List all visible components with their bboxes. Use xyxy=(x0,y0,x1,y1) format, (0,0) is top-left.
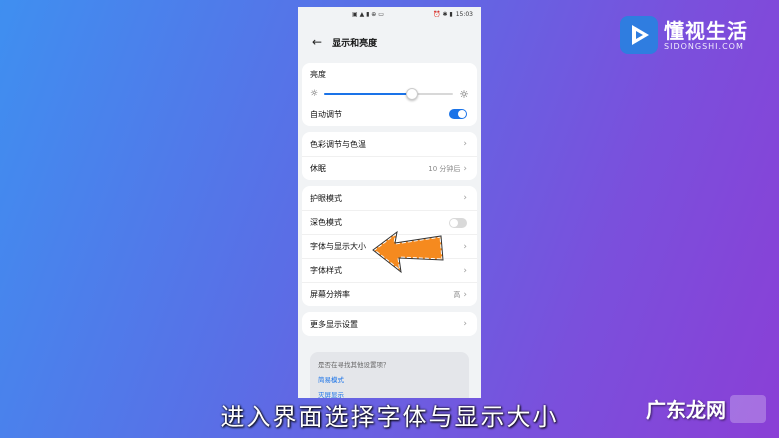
brand-logo: 懂视生活 SIDONGSHI.COM xyxy=(620,16,748,54)
resolution-label: 屏幕分辨率 xyxy=(310,290,350,299)
chevron-right-icon: › xyxy=(463,265,467,276)
status-bar: ▣ ▲ ▮ ⊕ ▭ ⏰ ✱ ▮ 15:03 xyxy=(298,7,481,21)
chevron-right-icon: › xyxy=(463,241,467,252)
auto-adjust-row[interactable]: 自动调节 xyxy=(302,102,477,126)
logo-text-en: SIDONGSHI.COM xyxy=(664,41,744,51)
sleep-value: 10 分钟后 xyxy=(428,164,461,173)
chevron-right-icon: › xyxy=(463,289,467,300)
sleep-label: 休眠 xyxy=(310,164,326,173)
sun-small-icon: ☼ xyxy=(310,89,319,99)
eye-comfort-row[interactable]: 护眼模式 › xyxy=(302,186,477,210)
font-style-label: 字体样式 xyxy=(310,266,342,275)
dark-mode-toggle[interactable] xyxy=(449,217,467,228)
status-time: 15:03 xyxy=(455,10,473,18)
more-display-row[interactable]: 更多显示设置 › xyxy=(302,312,477,336)
app-bar: ← 显示和亮度 xyxy=(298,21,481,63)
auto-adjust-label: 自动调节 xyxy=(310,109,342,119)
brightness-block: 亮度 ☼ ☼ xyxy=(302,63,477,102)
toggle-knob xyxy=(450,218,458,227)
font-display-size-label: 字体与显示大小 xyxy=(310,242,366,251)
phone-screen: ▣ ▲ ▮ ⊕ ▭ ⏰ ✱ ▮ 15:03 ← 显示和亮度 亮度 ☼ ☼ 自动调… xyxy=(298,7,481,398)
dark-mode-label: 深色模式 xyxy=(310,218,342,227)
back-arrow-icon[interactable]: ← xyxy=(312,36,322,48)
logo-text-cn: 懂视生活 xyxy=(664,18,748,43)
brightness-slider-thumb[interactable] xyxy=(405,88,418,100)
brightness-slider-fill xyxy=(324,93,412,95)
chevron-right-icon: › xyxy=(463,139,467,149)
color-sleep-card: 色彩调节与色温 › 休眠 10 分钟后 › xyxy=(302,132,477,180)
status-icons: ⏰ ✱ ▮ xyxy=(433,10,453,18)
color-temp-row[interactable]: 色彩调节与色温 › xyxy=(302,132,477,156)
brightness-card: 亮度 ☼ ☼ 自动调节 xyxy=(302,63,477,126)
brightness-slider-row: ☼ ☼ xyxy=(310,86,469,102)
status-icons-left: ▣ ▲ ▮ ⊕ ▭ xyxy=(352,10,384,18)
suggestion-box: 是否在寻找其他设置项？ 简易模式 灭屏显示 xyxy=(310,352,469,398)
suggestion-link-simple-mode[interactable]: 简易模式 xyxy=(318,374,461,384)
chevron-right-icon: › xyxy=(463,163,467,174)
page-title: 显示和亮度 xyxy=(332,38,378,49)
brightness-label: 亮度 xyxy=(310,70,326,79)
more-display-card: 更多显示设置 › xyxy=(302,312,477,336)
more-display-label: 更多显示设置 xyxy=(310,319,358,329)
color-temp-label: 色彩调节与色温 xyxy=(310,139,366,149)
play-logo-icon xyxy=(620,16,658,54)
pointer-arrow-icon xyxy=(371,230,445,274)
toggle-knob xyxy=(458,110,466,118)
resolution-row[interactable]: 屏幕分辨率 高 › xyxy=(302,282,477,306)
chevron-right-icon: › xyxy=(463,319,467,329)
watermark-text: 广东龙网 xyxy=(646,398,726,422)
auto-adjust-toggle[interactable] xyxy=(449,109,467,119)
sleep-row[interactable]: 休眠 10 分钟后 › xyxy=(302,156,477,180)
chevron-right-icon: › xyxy=(463,193,467,203)
eye-comfort-label: 护眼模式 xyxy=(310,193,342,203)
resolution-value: 高 xyxy=(453,290,461,299)
status-icons-right: ⏰ ✱ ▮ 15:03 xyxy=(433,11,473,18)
sun-large-icon: ☼ xyxy=(459,87,469,101)
brightness-slider[interactable] xyxy=(324,88,454,100)
suggestion-question: 是否在寻找其他设置项？ xyxy=(318,361,390,369)
watermark: 广东龙网 xyxy=(646,394,766,423)
watermark-logo-icon xyxy=(730,394,766,423)
